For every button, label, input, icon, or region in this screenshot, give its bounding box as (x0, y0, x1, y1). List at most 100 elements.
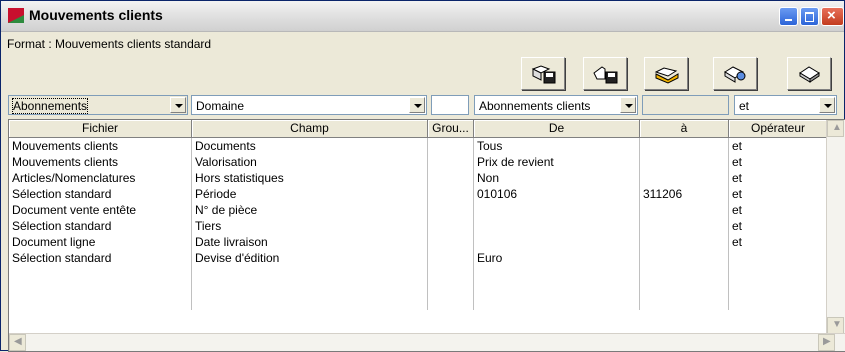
cell-fichier[interactable]: Sélection standard (9, 250, 192, 266)
cell-champ[interactable]: Tiers (192, 218, 428, 234)
fichier-select[interactable]: Abonnements (8, 95, 188, 115)
column-header-champ[interactable]: Champ (192, 120, 428, 138)
close-icon: × (827, 7, 836, 24)
cell-de[interactable] (474, 234, 640, 250)
right-arrow-icon: ▶ (823, 336, 831, 347)
save-format-button[interactable] (521, 57, 565, 90)
delete-format-icon (799, 66, 820, 83)
column-header-operateur[interactable]: Opérateur (729, 120, 828, 138)
cell-operateur[interactable]: et (729, 154, 828, 170)
cell-operateur[interactable]: et (729, 138, 828, 154)
close-button[interactable]: × (821, 7, 844, 26)
cell-fichier[interactable]: Document vente entête (9, 202, 192, 218)
save-as-format-icon (593, 66, 618, 84)
cell-groupe[interactable] (428, 154, 474, 170)
cell-groupe[interactable] (428, 234, 474, 250)
save-as-format-button[interactable] (583, 57, 627, 90)
cell-de[interactable] (474, 218, 640, 234)
cell-operateur[interactable] (729, 250, 828, 266)
cell-de[interactable]: Prix de revient (474, 154, 640, 170)
cell-de[interactable]: Tous (474, 138, 640, 154)
cell-operateur[interactable]: et (729, 234, 828, 250)
column-header-fichier[interactable]: Fichier (9, 120, 192, 138)
cell-a[interactable] (640, 154, 729, 170)
cell-a[interactable] (640, 138, 729, 154)
table-row[interactable]: Mouvements clients Valorisation Prix de re… (9, 154, 829, 170)
scroll-down-button[interactable]: ▼ (827, 317, 844, 334)
cell-groupe[interactable] (428, 186, 474, 202)
settings-format-button[interactable] (713, 57, 757, 90)
cell-de[interactable]: Non (474, 170, 640, 186)
operateur-select-value: et (739, 99, 750, 113)
cell-champ[interactable]: Documents (192, 138, 428, 154)
delete-format-button[interactable] (787, 57, 831, 90)
cell-champ[interactable]: Période (192, 186, 428, 202)
champ-select-value: Domaine (196, 99, 245, 113)
cell-operateur[interactable]: et (729, 202, 828, 218)
open-format-button[interactable] (644, 57, 688, 90)
maximize-button[interactable] (800, 7, 819, 26)
table-row[interactable]: Mouvements clients Documents Tous et (9, 138, 829, 154)
chevron-down-icon[interactable] (819, 97, 835, 113)
title-bar[interactable]: Mouvements clients × (1, 1, 844, 32)
cell-fichier[interactable]: Mouvements clients (9, 138, 192, 154)
a-field[interactable] (642, 95, 729, 115)
cell-champ[interactable]: Date livraison (192, 234, 428, 250)
cell-groupe[interactable] (428, 138, 474, 154)
cell-groupe[interactable] (428, 170, 474, 186)
cell-champ[interactable]: Devise d'édition (192, 250, 428, 266)
window-title: Mouvements clients (29, 7, 163, 23)
table-row[interactable]: Sélection standard Période 010106 311206 et (9, 186, 829, 202)
chevron-down-icon[interactable] (620, 97, 636, 113)
cell-de[interactable]: 010106 (474, 186, 640, 202)
cell-a[interactable] (640, 170, 729, 186)
cell-groupe[interactable] (428, 202, 474, 218)
cell-operateur[interactable]: et (729, 218, 828, 234)
cell-operateur[interactable]: et (729, 186, 828, 202)
criteria-table[interactable]: Fichier Champ Grou... De à Opérateur Mou… (8, 119, 845, 352)
cell-champ[interactable]: N° de pièce (192, 202, 428, 218)
cell-groupe[interactable] (428, 250, 474, 266)
scroll-up-button[interactable]: ▲ (827, 120, 844, 137)
champ-select[interactable]: Domaine (191, 95, 427, 115)
cell-de[interactable]: Euro (474, 250, 640, 266)
down-arrow-icon: ▼ (832, 319, 842, 330)
chevron-down-icon[interactable] (170, 97, 186, 113)
cell-a[interactable] (640, 202, 729, 218)
minimize-button[interactable] (779, 7, 798, 26)
table-row[interactable]: Document vente entête N° de pièce et (9, 202, 829, 218)
vertical-scrollbar[interactable]: ▲ ▼ (826, 120, 845, 334)
scroll-left-button[interactable]: ◀ (9, 334, 26, 351)
table-row[interactable]: Articles/Nomenclatures Hors statistiques N… (9, 170, 829, 186)
cell-fichier[interactable]: Articles/Nomenclatures (9, 170, 192, 186)
table-row[interactable]: Sélection standard Devise d'édition Euro (9, 250, 829, 266)
table-row[interactable]: Document ligne Date livraison et (9, 234, 829, 250)
cell-operateur[interactable]: et (729, 170, 828, 186)
fichier-select-value: Abonnements (11, 98, 89, 114)
groupe-field[interactable] (431, 95, 469, 115)
column-header-a[interactable]: à (640, 120, 729, 138)
cell-fichier[interactable]: Sélection standard (9, 186, 192, 202)
scroll-right-button[interactable]: ▶ (818, 334, 835, 351)
cell-de[interactable] (474, 202, 640, 218)
horizontal-scrollbar[interactable]: ◀ ▶ (9, 333, 845, 351)
table-row[interactable]: Sélection standard Tiers et (9, 218, 829, 234)
column-header-groupe[interactable]: Grou... (428, 120, 474, 138)
left-arrow-icon: ◀ (14, 336, 22, 347)
operateur-select[interactable]: et (734, 95, 837, 115)
de-select-value: Abonnements clients (479, 99, 591, 113)
cell-a[interactable] (640, 218, 729, 234)
cell-a[interactable] (640, 234, 729, 250)
cell-fichier[interactable]: Document ligne (9, 234, 192, 250)
cell-fichier[interactable]: Sélection standard (9, 218, 192, 234)
cell-champ[interactable]: Hors statistiques (192, 170, 428, 186)
column-header-de[interactable]: De (474, 120, 640, 138)
cell-champ[interactable]: Valorisation (192, 154, 428, 170)
cell-a[interactable]: 311206 (640, 186, 729, 202)
cell-fichier[interactable]: Mouvements clients (9, 154, 192, 170)
chevron-down-icon[interactable] (409, 97, 425, 113)
cell-a[interactable] (640, 250, 729, 266)
de-select[interactable]: Abonnements clients (474, 95, 638, 115)
cell-groupe[interactable] (428, 218, 474, 234)
mouvements-clients-window: Mouvements clients × Format : Mouvements… (0, 0, 845, 352)
